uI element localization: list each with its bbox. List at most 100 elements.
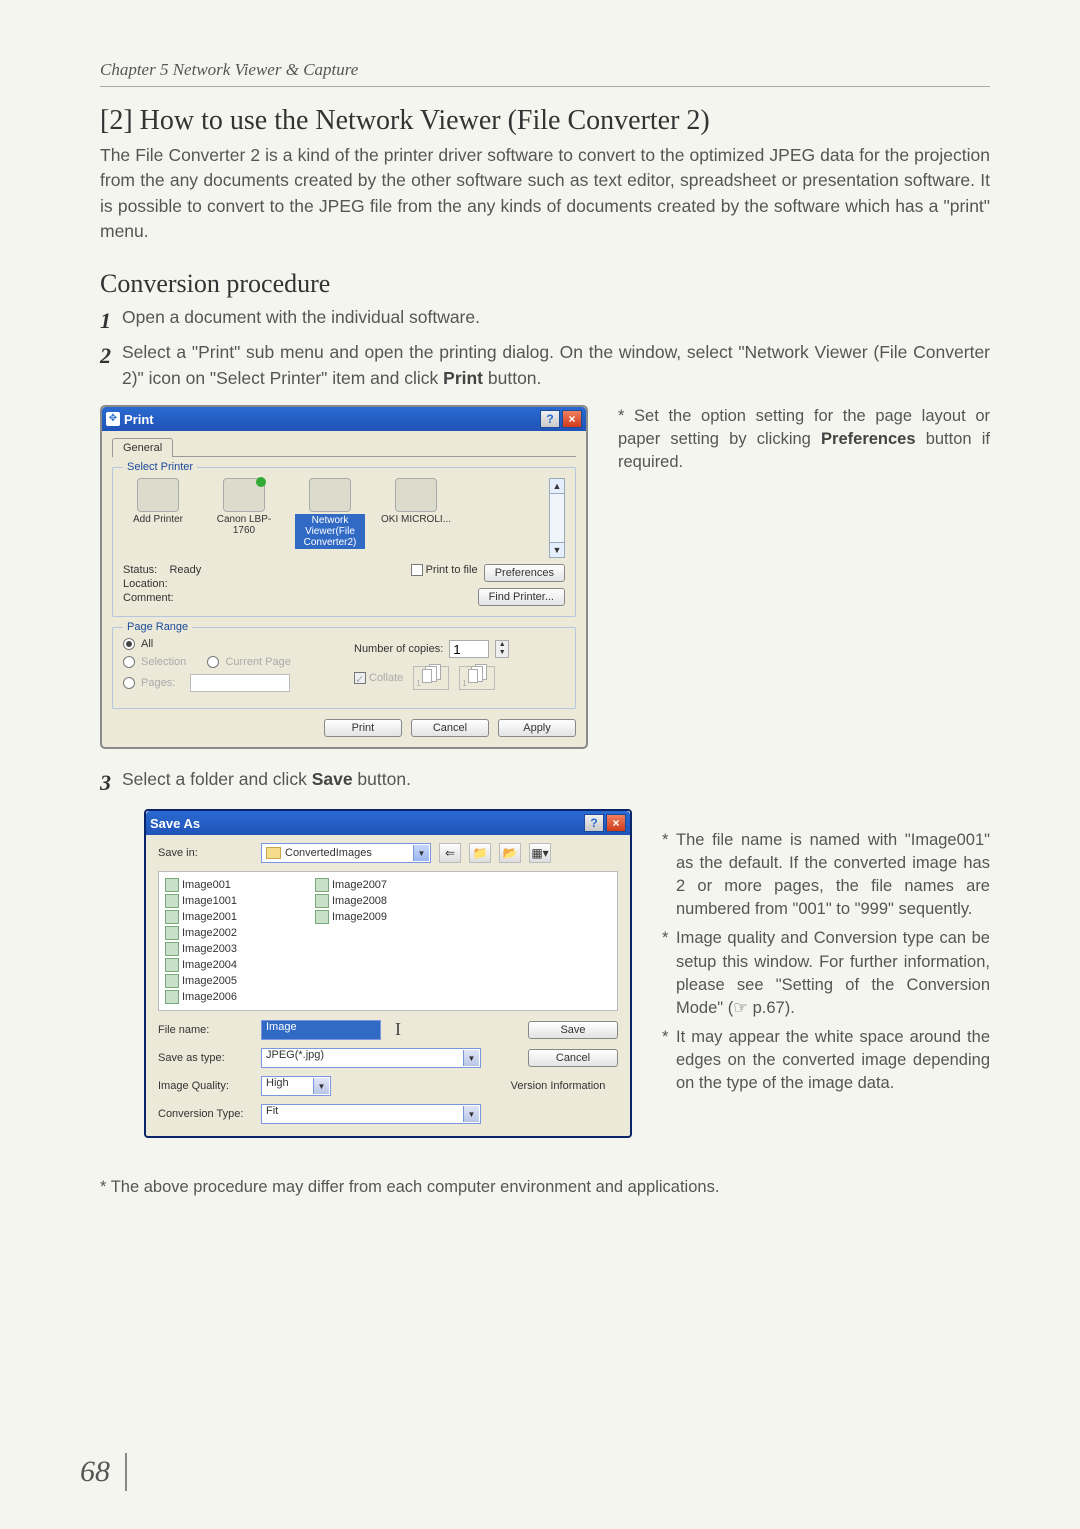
location-label: Location: bbox=[123, 578, 411, 590]
file-name-input[interactable]: Image bbox=[261, 1020, 381, 1040]
file-item[interactable]: Image2007 bbox=[315, 878, 435, 892]
apply-button[interactable]: Apply bbox=[498, 719, 576, 737]
page-number-divider bbox=[125, 1453, 127, 1491]
dropdown-icon: ▼ bbox=[463, 1050, 479, 1066]
subsection-title: Conversion procedure bbox=[100, 269, 990, 299]
step-text-bold: Print bbox=[443, 368, 483, 388]
file-list[interactable]: Image001 Image1001 Image2001 Image2002 I… bbox=[158, 871, 618, 1011]
file-name: Image2006 bbox=[182, 991, 237, 1003]
dialog-titlebar: ✥ Print ? × bbox=[102, 407, 586, 431]
printer-network-viewer[interactable]: Network Viewer(File Converter2) bbox=[295, 478, 365, 549]
print-dialog: ✥ Print ? × General Select Printer Add P… bbox=[100, 405, 588, 749]
file-item[interactable]: Image2001 bbox=[165, 910, 285, 924]
radio-label: Current Page bbox=[225, 656, 290, 668]
step-text-pre: Select a folder and click bbox=[122, 769, 312, 789]
collate-checkbox[interactable]: ✓Collate bbox=[354, 672, 403, 684]
help-button[interactable]: ? bbox=[540, 410, 560, 428]
print-button[interactable]: Print bbox=[324, 719, 402, 737]
up-folder-icon[interactable]: 📁 bbox=[469, 843, 491, 863]
file-name: Image2009 bbox=[332, 911, 387, 923]
status-label: Status: bbox=[123, 564, 157, 576]
side-note: * Set the option setting for the page la… bbox=[618, 405, 990, 474]
step-1: 1 Open a document with the individual so… bbox=[100, 305, 990, 337]
copies-input[interactable] bbox=[449, 640, 489, 658]
copies-spinner[interactable]: ▲▼ bbox=[495, 640, 509, 658]
help-button[interactable]: ? bbox=[584, 814, 604, 832]
file-name: Image001 bbox=[182, 879, 231, 891]
file-item[interactable]: Image2009 bbox=[315, 910, 435, 924]
file-item[interactable]: Image2002 bbox=[165, 926, 285, 940]
step-3: 3 Select a folder and click Save button. bbox=[100, 767, 990, 799]
file-item[interactable]: Image2003 bbox=[165, 942, 285, 956]
printer-label: OKI MICROLI... bbox=[381, 514, 451, 525]
close-button[interactable]: × bbox=[562, 410, 582, 428]
file-name: Image2002 bbox=[182, 927, 237, 939]
file-item[interactable]: Image001 bbox=[165, 878, 285, 892]
file-item[interactable]: Image2008 bbox=[315, 894, 435, 908]
file-icon bbox=[315, 894, 329, 908]
side-note: *The file name is named with "Image001" … bbox=[662, 829, 990, 921]
file-name: Image2007 bbox=[332, 879, 387, 891]
step-text-post: button. bbox=[353, 769, 411, 789]
save-as-type-label: Save as type: bbox=[158, 1052, 253, 1064]
back-icon[interactable]: ⇐ bbox=[439, 843, 461, 863]
file-icon bbox=[165, 958, 179, 972]
printer-canon[interactable]: Canon LBP-1760 bbox=[209, 478, 279, 536]
cancel-button[interactable]: Cancel bbox=[528, 1049, 618, 1067]
dialog-title: Save As bbox=[150, 816, 582, 831]
save-as-type-select[interactable]: JPEG(*.jpg)▼ bbox=[261, 1048, 481, 1068]
side-note: *Image quality and Conversion type can b… bbox=[662, 927, 990, 1019]
printer-icon bbox=[223, 478, 265, 512]
combo-value: ConvertedImages bbox=[285, 847, 372, 859]
version-info-button[interactable]: Version Information bbox=[498, 1078, 618, 1094]
close-button[interactable]: × bbox=[606, 814, 626, 832]
group-legend: Select Printer bbox=[123, 461, 197, 473]
save-button[interactable]: Save bbox=[528, 1021, 618, 1039]
file-icon bbox=[165, 974, 179, 988]
view-menu-icon[interactable]: ▦▾ bbox=[529, 843, 551, 863]
printer-add-icon bbox=[137, 478, 179, 512]
file-item[interactable]: Image2004 bbox=[165, 958, 285, 972]
collate-icon bbox=[413, 666, 449, 690]
save-as-dialog: Save As ? × Save in: ConvertedImages ▼ ⇐… bbox=[144, 809, 632, 1138]
preferences-button[interactable]: Preferences bbox=[484, 564, 565, 582]
image-quality-label: Image Quality: bbox=[158, 1080, 253, 1092]
scroll-track[interactable] bbox=[549, 494, 565, 542]
collate-icon bbox=[459, 666, 495, 690]
radio-pages[interactable] bbox=[123, 677, 135, 689]
radio-selection[interactable] bbox=[123, 656, 135, 668]
page-number: 68 bbox=[80, 1455, 110, 1489]
file-item[interactable]: Image1001 bbox=[165, 894, 285, 908]
file-item[interactable]: Image2005 bbox=[165, 974, 285, 988]
scroll-up-icon[interactable]: ▲ bbox=[549, 478, 565, 494]
step-text-post: button. bbox=[483, 368, 541, 388]
dialog-titlebar: Save As ? × bbox=[146, 811, 630, 835]
select-printer-group: Select Printer Add Printer Canon LBP-176… bbox=[112, 467, 576, 617]
cancel-button[interactable]: Cancel bbox=[411, 719, 489, 737]
scroll-down-icon[interactable]: ▼ bbox=[549, 542, 565, 558]
find-printer-button[interactable]: Find Printer... bbox=[478, 588, 565, 606]
file-icon bbox=[315, 878, 329, 892]
file-item[interactable]: Image2006 bbox=[165, 990, 285, 1004]
radio-all[interactable] bbox=[123, 638, 135, 650]
group-legend: Page Range bbox=[123, 621, 192, 633]
select-value: Fit bbox=[266, 1105, 278, 1117]
printer-label: Add Printer bbox=[123, 514, 193, 525]
printer-icon bbox=[309, 478, 351, 512]
dropdown-icon: ▼ bbox=[313, 1078, 329, 1094]
tab-general[interactable]: General bbox=[112, 438, 173, 457]
radio-label: Selection bbox=[141, 656, 186, 668]
save-in-combo[interactable]: ConvertedImages ▼ bbox=[261, 843, 431, 863]
chapter-header: Chapter 5 Network Viewer & Capture bbox=[100, 60, 990, 80]
printer-label: Canon LBP-1760 bbox=[209, 514, 279, 536]
printer-add[interactable]: Add Printer bbox=[123, 478, 193, 525]
save-in-label: Save in: bbox=[158, 847, 253, 859]
print-to-file-checkbox[interactable]: Print to file bbox=[411, 564, 478, 576]
pages-input[interactable] bbox=[190, 674, 290, 692]
dropdown-icon: ▼ bbox=[463, 1106, 479, 1122]
image-quality-select[interactable]: High▼ bbox=[261, 1076, 331, 1096]
radio-current-page[interactable] bbox=[207, 656, 219, 668]
printer-oki[interactable]: OKI MICROLI... bbox=[381, 478, 451, 525]
new-folder-icon[interactable]: 📂 bbox=[499, 843, 521, 863]
conversion-type-select[interactable]: Fit ▼ bbox=[261, 1104, 481, 1124]
